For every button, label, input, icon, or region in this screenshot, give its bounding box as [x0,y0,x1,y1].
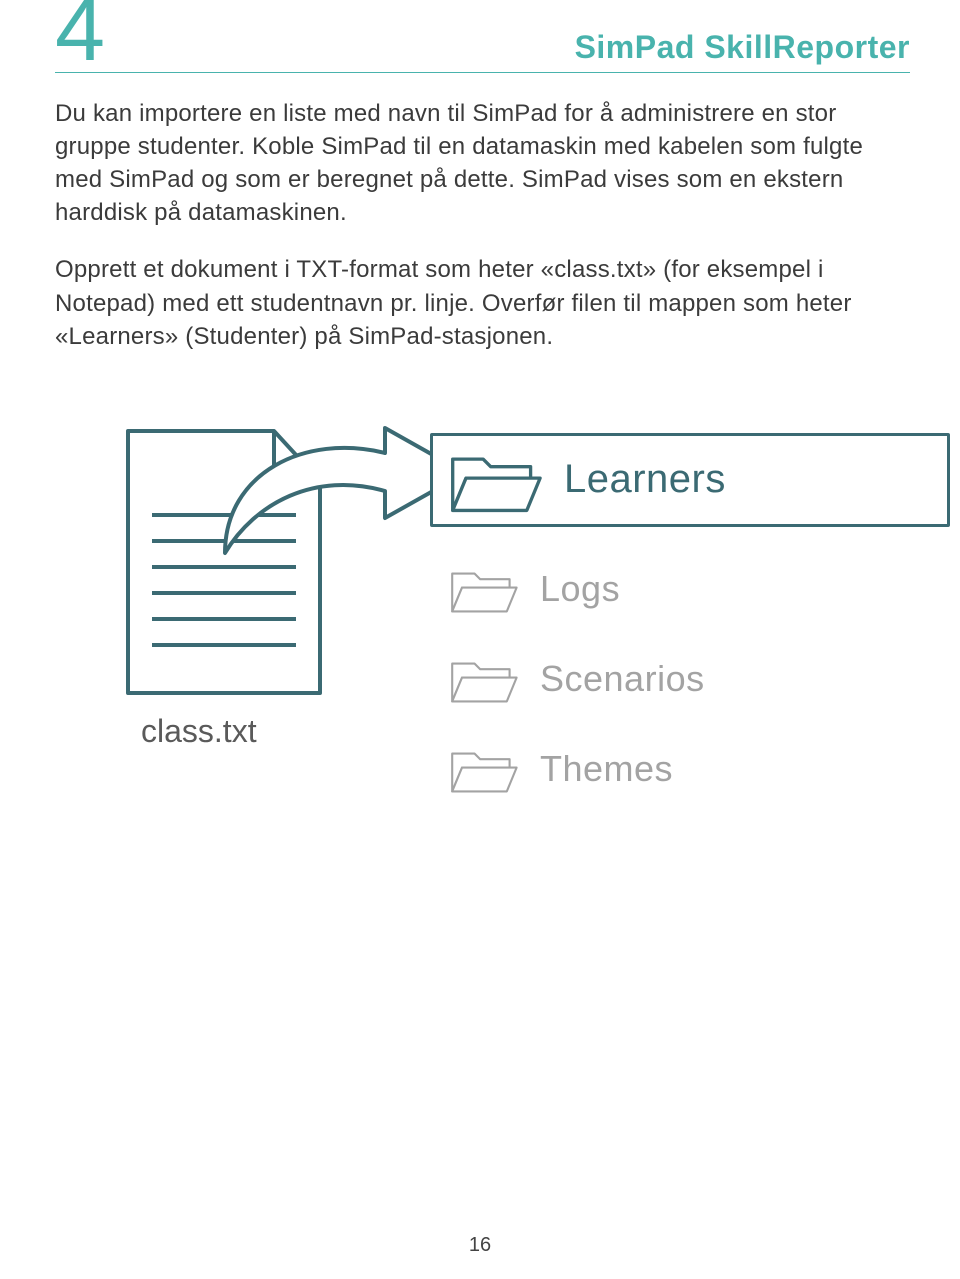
page-header: 4 SimPad SkillReporter [55,0,910,73]
diagram: class.txt Learners Logs [55,423,910,943]
folder-learners: Learners [430,433,950,527]
section-number: 4 [55,0,103,66]
folder-themes: Themes [430,735,950,803]
page-number: 16 [0,1234,960,1257]
product-title: SimPad SkillReporter [575,29,910,72]
paragraph-1: Du kan importere en liste med navn til S… [55,97,910,229]
paragraph-2: Opprett et dokument i TXT-format som het… [55,253,910,352]
folder-scenarios: Scenarios [430,645,950,713]
folder-open-icon [448,561,518,617]
folder-open-icon [448,741,518,797]
folder-open-icon [448,651,518,707]
folder-label: Themes [540,748,673,790]
folder-list: Learners Logs Scenarios [430,433,950,825]
folder-label: Scenarios [540,658,705,700]
folder-logs: Logs [430,555,950,623]
folder-label: Logs [540,568,620,610]
file-label: class.txt [141,713,257,750]
folder-open-icon [447,442,542,518]
folder-label: Learners [564,457,726,502]
